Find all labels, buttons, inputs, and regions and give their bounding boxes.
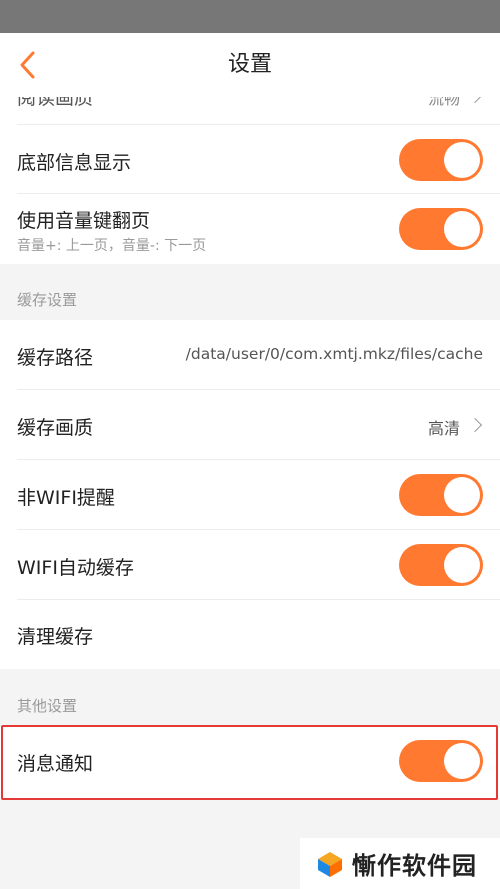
setting-label: 非WIFI提醒 [17, 487, 115, 509]
setting-row-non-wifi-alert: 非WIFI提醒 [0, 460, 500, 530]
setting-label: 底部信息显示 [17, 152, 132, 174]
chevron-right-icon [467, 417, 483, 433]
setting-sublabel: 音量+: 上一页，音量-: 下一页 [17, 238, 207, 254]
section-header-cache: 缓存设置 [0, 264, 500, 320]
status-bar [0, 0, 500, 33]
watermark: 慚作软件园 [300, 838, 500, 889]
setting-value: /data/user/0/com.xmtj.mkz/files/cache [185, 345, 483, 363]
setting-row-bottom-info: 底部信息显示 [0, 125, 500, 194]
setting-label: 消息通知 [17, 753, 94, 775]
bottom-info-toggle[interactable] [399, 139, 483, 181]
wifi-auto-cache-toggle[interactable] [399, 544, 483, 586]
setting-row-wifi-auto-cache: WIFI自动缓存 [0, 530, 500, 600]
non-wifi-alert-toggle[interactable] [399, 474, 483, 516]
setting-row-reading-quality[interactable]: 阅读画质 流畅 [0, 97, 500, 125]
setting-label: WIFI自动缓存 [17, 557, 134, 579]
section-header-other: 其他设置 [0, 669, 500, 727]
toggle-knob [444, 211, 480, 247]
app-bar: 设置 [0, 33, 500, 97]
setting-row-notifications: 消息通知 [0, 727, 500, 798]
back-button[interactable] [6, 43, 50, 87]
notifications-toggle[interactable] [399, 740, 483, 782]
page-title: 设置 [227, 52, 272, 77]
toggle-knob [444, 547, 480, 583]
section-title: 缓存设置 [17, 291, 78, 309]
setting-row-clear-cache[interactable]: 清理缓存 [0, 600, 500, 669]
setting-label: 缓存画质 [17, 417, 94, 439]
toggle-knob [444, 142, 480, 178]
setting-value: 高清 [427, 419, 460, 438]
toggle-knob [444, 477, 480, 513]
setting-value: 流畅 [427, 97, 460, 108]
chevron-left-icon [20, 51, 35, 79]
watermark-logo-icon [316, 850, 344, 878]
setting-row-cache-path[interactable]: 缓存路径 /data/user/0/com.xmtj.mkz/files/cac… [0, 320, 500, 390]
setting-label: 使用音量键翻页 [17, 210, 151, 232]
section-title: 其他设置 [17, 697, 78, 715]
setting-label: 缓存路径 [17, 347, 94, 369]
setting-row-volume-key: 使用音量键翻页 音量+: 上一页，音量-: 下一页 [0, 194, 500, 264]
volume-key-toggle[interactable] [399, 208, 483, 250]
watermark-text: 慚作软件园 [352, 852, 477, 880]
setting-label: 清理缓存 [17, 626, 94, 648]
setting-label: 阅读画质 [17, 97, 94, 109]
setting-row-cache-quality[interactable]: 缓存画质 高清 [0, 390, 500, 460]
chevron-right-icon [467, 97, 483, 104]
toggle-knob [444, 743, 480, 779]
